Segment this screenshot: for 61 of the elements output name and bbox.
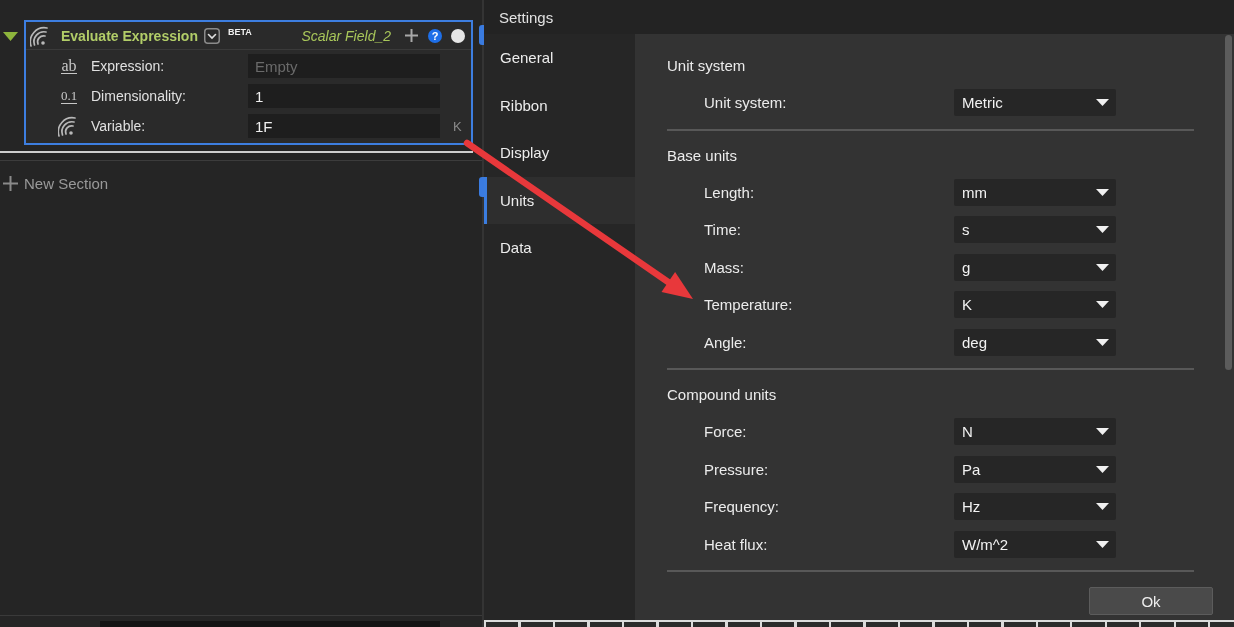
setting-label: Force: [704, 423, 748, 441]
caret-down-icon [1096, 540, 1109, 548]
new-section-link[interactable]: New Section [24, 174, 109, 192]
setting-label: Mass: [704, 258, 745, 276]
nav-item[interactable]: Ribbon [484, 81, 635, 129]
dropdown[interactable]: W/m^2 [954, 530, 1116, 558]
nav-item[interactable]: General [484, 34, 635, 82]
caret-down-icon [1096, 465, 1109, 473]
status-dot-icon [451, 28, 465, 43]
number-type-glyph: 0.1 [60, 88, 78, 104]
param-label: Dimensionality: [91, 88, 187, 104]
caret-down-icon [1096, 338, 1109, 346]
caret-down-icon [1096, 188, 1109, 196]
setting-label: Temperature: [704, 296, 794, 314]
dropdown[interactable]: N [954, 418, 1116, 446]
nav-item[interactable]: Display [484, 129, 635, 177]
setting-label: Pressure: [704, 460, 770, 478]
dropdown[interactable]: g [954, 253, 1116, 281]
caret-down-icon [1096, 301, 1109, 309]
param-label: Variable: [91, 118, 147, 134]
caret-down-icon [1096, 503, 1109, 511]
dropdown[interactable]: mm [954, 178, 1116, 206]
nav-item[interactable]: Data [484, 224, 635, 272]
setting-label: Unit system: [704, 94, 788, 112]
input-field[interactable]: 1 [248, 84, 440, 108]
section-title: Base units [667, 145, 739, 166]
section-title: Unit system [667, 56, 747, 76]
dropdown[interactable]: Hz [954, 493, 1116, 521]
dropdown[interactable]: Pa [954, 455, 1116, 483]
help-button[interactable]: ? [428, 28, 442, 43]
dropdown[interactable]: deg [954, 328, 1116, 356]
dropdown[interactable]: Metric [954, 89, 1116, 117]
nav-item[interactable]: Units [484, 176, 635, 224]
caret-down-icon [1096, 428, 1109, 436]
plus-icon[interactable] [3, 175, 18, 191]
input-field[interactable]: Empty [248, 54, 440, 78]
caret-down-icon [1096, 263, 1109, 271]
input-field[interactable]: 1F [248, 114, 440, 138]
scrollbar-thumb[interactable] [1225, 35, 1232, 370]
node-card[interactable]: Evaluate Expression BETA Scalar Field_2 ? ab Expression: Empty 0.1 Dimensionality: 1 Variable: 1F K [24, 20, 473, 145]
caret-down-icon [1096, 99, 1109, 107]
output-name: Scalar Field_2 [301, 27, 391, 44]
ok-button[interactable]: Ok [1089, 587, 1213, 615]
setting-label: Length: [704, 183, 756, 201]
setting-label: Heat flux: [704, 535, 769, 553]
caret-down-icon [1096, 226, 1109, 234]
section-title: Compound units [667, 385, 778, 405]
beta-label: BETA [227, 27, 252, 37]
plus-icon[interactable] [405, 29, 418, 42]
chevron-down-icon[interactable] [203, 27, 220, 44]
setting-label: Frequency: [704, 498, 781, 516]
dialog-title: Settings [499, 8, 554, 26]
expand-triangle-icon[interactable] [3, 32, 18, 41]
text-type-glyph: ab [61, 58, 77, 74]
param-label: Expression: [91, 58, 166, 74]
dropdown[interactable]: s [954, 216, 1116, 244]
setting-label: Angle: [704, 333, 748, 351]
node-title: Evaluate Expression [61, 27, 198, 44]
unit-label: K [453, 118, 462, 134]
setting-label: Time: [704, 221, 742, 239]
dropdown[interactable]: K [954, 291, 1116, 319]
